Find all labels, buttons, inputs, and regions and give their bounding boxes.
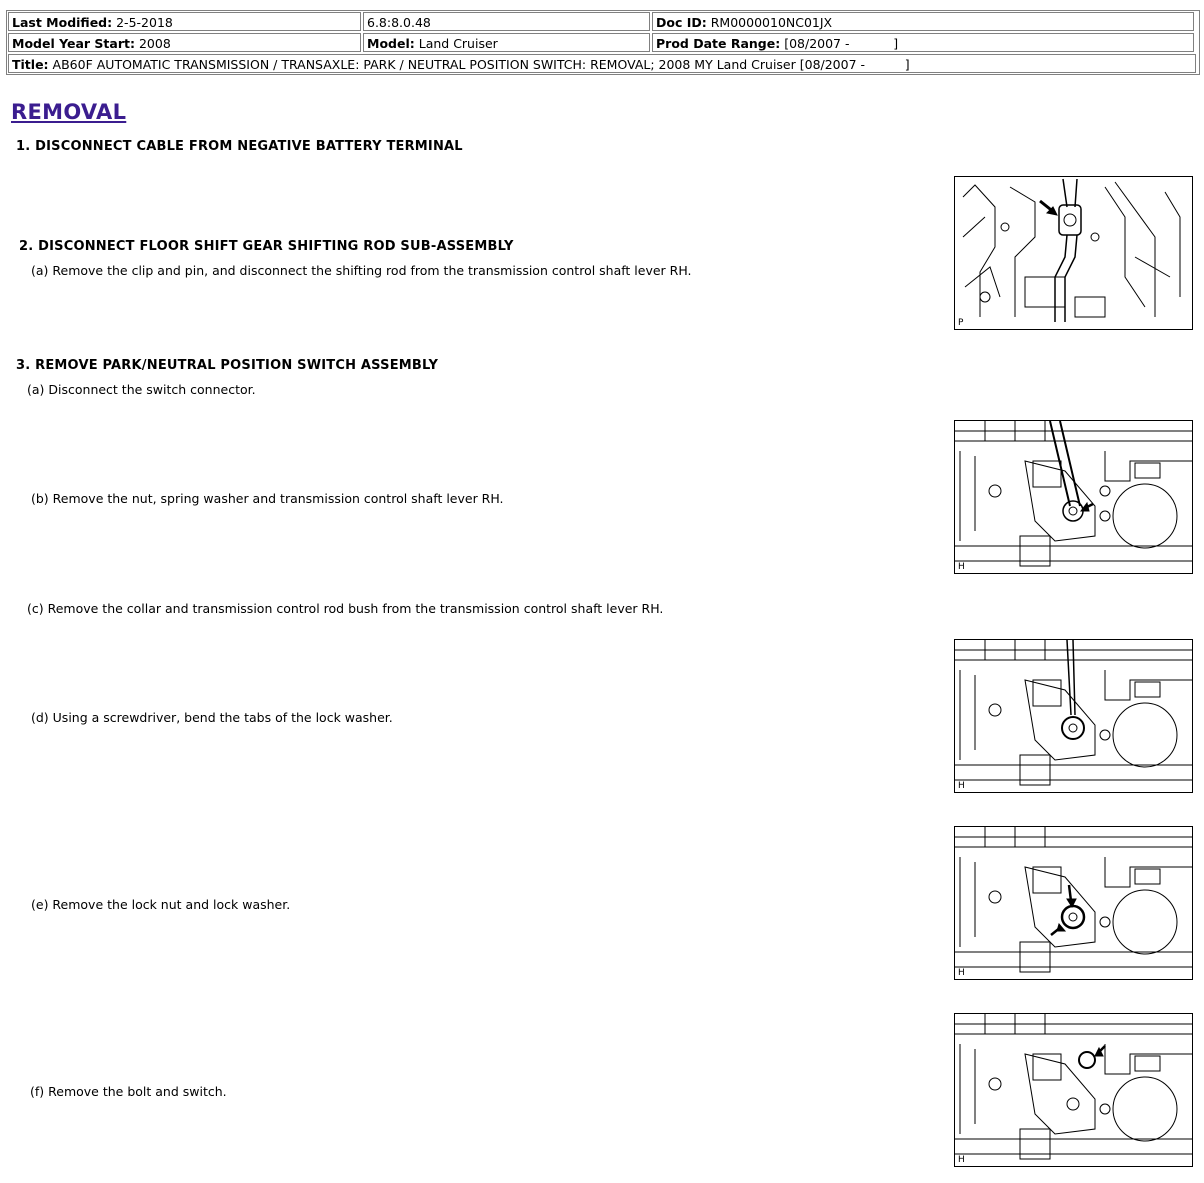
figure-label: P	[958, 318, 964, 328]
version-cell: 6.8:8.0.48	[363, 12, 650, 31]
figure-label: H	[958, 562, 965, 572]
figure-bolt-switch: H	[954, 1013, 1193, 1167]
header-row-2: Model Year Start: 2008 Model: Land Cruis…	[7, 32, 1199, 53]
last-modified-value: 2-5-2018	[116, 15, 173, 30]
step-3b-text: (b) Remove the nut, spring washer and tr…	[31, 491, 504, 506]
model-year-value: 2008	[138, 36, 171, 51]
step-1-heading: 1. DISCONNECT CABLE FROM NEGATIVE BATTER…	[16, 139, 463, 154]
figure-label: H	[958, 968, 965, 978]
section-title[interactable]: REMOVAL	[11, 100, 126, 124]
step-3d-text: (d) Using a screwdriver, bend the tabs o…	[31, 710, 393, 725]
header-row-3: Title: AB60F AUTOMATIC TRANSMISSION / TR…	[7, 53, 1199, 74]
model-value: Land Cruiser	[418, 36, 498, 51]
step-3c-text: (c) Remove the collar and transmission c…	[27, 601, 664, 616]
title-value: AB60F AUTOMATIC TRANSMISSION / TRANSAXLE…	[52, 57, 910, 72]
title-cell: Title: AB60F AUTOMATIC TRANSMISSION / TR…	[8, 54, 1196, 73]
doc-id-value: RM0000010NC01JX	[710, 15, 833, 30]
model-year-cell: Model Year Start: 2008	[8, 33, 361, 52]
step-3-heading: 3. REMOVE PARK/NEUTRAL POSITION SWITCH A…	[16, 358, 439, 373]
figure-label: H	[958, 781, 965, 791]
last-modified-cell: Last Modified: 2-5-2018	[8, 12, 361, 31]
figure-screwdriver: H	[954, 639, 1193, 793]
figure-label: H	[958, 1155, 965, 1165]
step-3f-text: (f) Remove the bolt and switch.	[30, 1084, 227, 1099]
figure-lock-nut: H	[954, 826, 1193, 980]
figure-shaft-lever: H	[954, 420, 1193, 574]
doc-id-cell: Doc ID: RM0000010NC01JX	[652, 12, 1194, 31]
header-row-1: Last Modified: 2-5-2018 6.8:8.0.48 Doc I…	[7, 11, 1199, 32]
step-3e-text: (e) Remove the lock nut and lock washer.	[31, 897, 291, 912]
prod-date-cell: Prod Date Range: [08/2007 - ]	[652, 33, 1194, 52]
document-header: Last Modified: 2-5-2018 6.8:8.0.48 Doc I…	[6, 10, 1200, 75]
step-2-heading: 2. DISCONNECT FLOOR SHIFT GEAR SHIFTING …	[19, 239, 514, 254]
model-cell: Model: Land Cruiser	[363, 33, 650, 52]
step-3a-text: (a) Disconnect the switch connector.	[27, 382, 256, 397]
step-2a-text: (a) Remove the clip and pin, and disconn…	[31, 263, 692, 278]
figure-shifting-rod: P	[954, 176, 1193, 330]
prod-date-value: [08/2007 - ]	[784, 36, 899, 51]
